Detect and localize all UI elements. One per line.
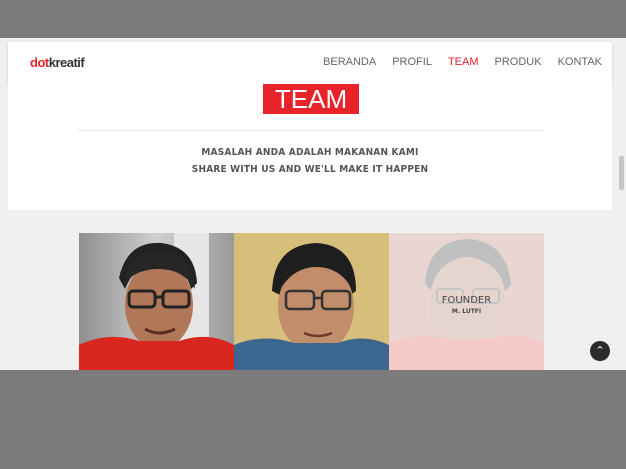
- person-photo-2: [234, 243, 389, 370]
- nav-item-beranda[interactable]: BERANDA: [323, 56, 376, 68]
- team-photos: FOUNDER M. LUTFI: [79, 233, 544, 370]
- team-member-photo[interactable]: FOUNDER M. LUTFI: [389, 233, 544, 370]
- nav-menu: BERANDA PROFIL TEAM PRODUK KONTAK: [323, 56, 602, 68]
- browser-viewport: dotkreatif BERANDA PROFIL TEAM PRODUK KO…: [0, 38, 626, 370]
- navbar: dotkreatif BERANDA PROFIL TEAM PRODUK KO…: [8, 42, 612, 84]
- divider: [78, 130, 544, 131]
- nav-item-profil[interactable]: PROFIL: [392, 56, 432, 68]
- person-photo-1: [79, 233, 234, 370]
- section-title: TEAM: [263, 84, 359, 114]
- scrollbar-thumb[interactable]: [619, 156, 624, 190]
- scroll-top-button[interactable]: ⌃: [590, 341, 610, 361]
- team-header-section: TEAM MASALAH ANDA ADALAH MAKANAN KAMI SH…: [8, 84, 612, 210]
- chevron-up-icon: ⌃: [595, 345, 605, 357]
- team-member-photo[interactable]: [79, 233, 234, 370]
- team-member-photo[interactable]: [234, 233, 389, 370]
- nav-item-produk[interactable]: PRODUK: [495, 56, 542, 68]
- nav-item-team[interactable]: TEAM: [448, 56, 479, 68]
- founder-caption: FOUNDER M. LUTFI: [389, 295, 544, 315]
- tagline-line-1: MASALAH ANDA ADALAH MAKANAN KAMI: [201, 147, 419, 158]
- brand-logo[interactable]: dotkreatif: [30, 55, 85, 70]
- tagline-line-2: SHARE WITH US AND WE'LL MAKE IT HAPPEN: [191, 164, 429, 175]
- founder-role: FOUNDER: [441, 295, 492, 306]
- nav-item-kontak[interactable]: KONTAK: [558, 56, 602, 68]
- founder-name: M. LUTFI: [451, 308, 482, 315]
